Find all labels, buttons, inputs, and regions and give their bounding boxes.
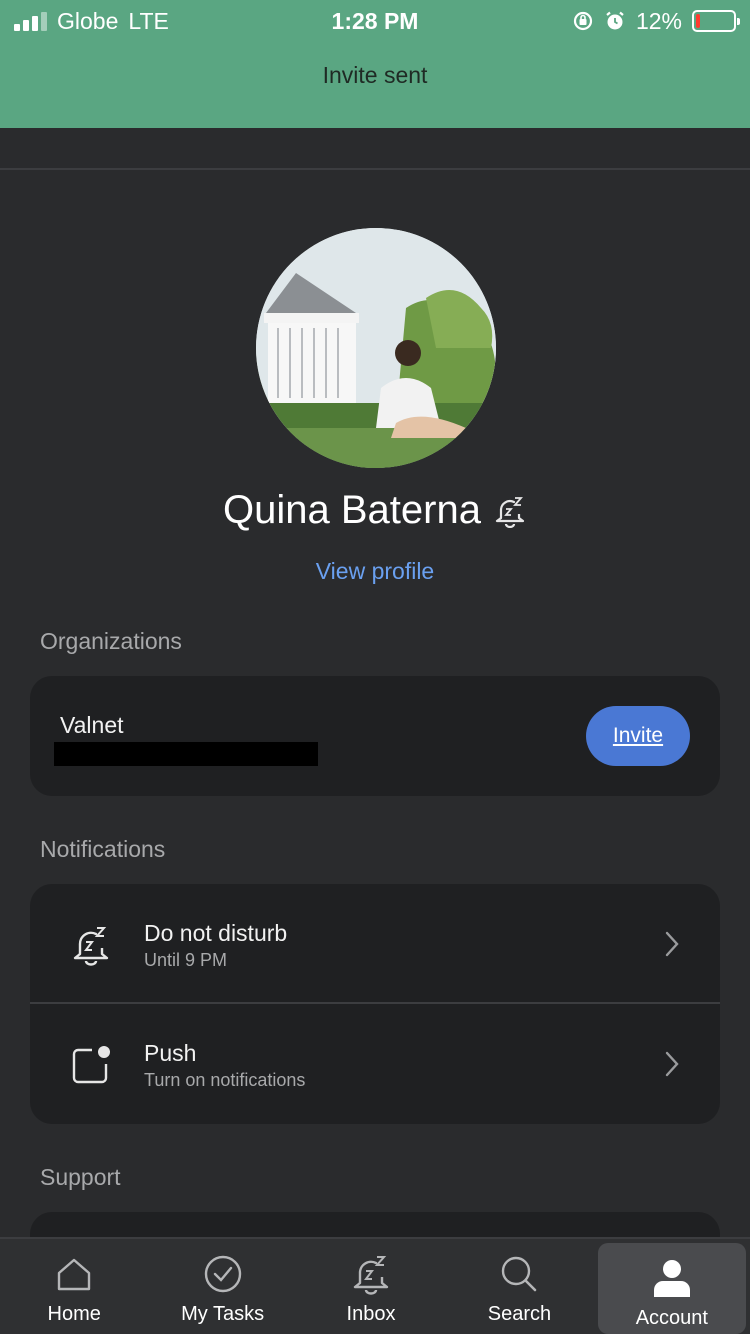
tab-label: Inbox	[346, 1303, 396, 1325]
section-title-notifications: Notifications	[40, 836, 166, 862]
toast-message: Invite sent	[322, 62, 428, 88]
tab-account[interactable]: Account	[597, 1243, 747, 1334]
carrier-label: Globe	[57, 7, 119, 34]
row-title: Do not disturb	[144, 920, 288, 946]
tab-my-tasks[interactable]: My Tasks	[148, 1239, 296, 1334]
account-icon	[653, 1260, 690, 1297]
signal-icon	[14, 11, 47, 31]
network-label: LTE	[128, 7, 169, 34]
row-subtitle: Turn on notifications	[144, 1070, 306, 1090]
organization-card: Valnet Invite	[30, 676, 720, 796]
row-subtitle: Until 9 PM	[144, 950, 228, 970]
battery-percent: 12%	[635, 7, 682, 34]
tab-search[interactable]: Search	[445, 1239, 593, 1334]
avatar-photo	[256, 228, 496, 468]
search-icon	[502, 1256, 537, 1292]
check-circle-icon	[204, 1255, 241, 1293]
view-profile-link[interactable]: View profile	[0, 558, 750, 585]
status-left: Globe LTE	[14, 8, 169, 35]
tab-bar: Home My Tasks Inbox Search Account	[0, 1237, 750, 1334]
avatar[interactable]	[256, 228, 496, 468]
profile-name: Quina Baterna	[223, 488, 481, 532]
chevron-right-icon	[665, 1051, 679, 1077]
row-title: Push	[144, 1040, 197, 1066]
header-divider	[0, 168, 750, 170]
tab-label: Search	[487, 1303, 552, 1325]
notification-row-do-not-disturb[interactable]: Do not disturb Until 9 PM	[30, 884, 720, 1004]
status-right: 12%	[572, 7, 740, 35]
invite-button[interactable]: Invite	[586, 706, 690, 766]
chevron-right-icon	[665, 931, 679, 957]
tab-home[interactable]: Home	[0, 1239, 148, 1334]
bell-snooze-icon	[495, 496, 525, 528]
rotation-lock-icon	[573, 11, 593, 31]
status-bar: Globe LTE 1:28 PM 12%	[0, 0, 750, 42]
home-icon	[58, 1258, 91, 1291]
notifications-card: Do not disturb Until 9 PM Push Turn on n…	[30, 884, 720, 1124]
tab-inbox[interactable]: Inbox	[297, 1239, 445, 1334]
tab-label: My Tasks	[181, 1303, 265, 1325]
bell-snooze-icon	[353, 1256, 389, 1295]
profile-name-row: Quina Baterna	[0, 488, 750, 533]
section-title-organizations: Organizations	[40, 628, 182, 654]
push-notification-icon	[72, 1046, 110, 1084]
organization-name: Valnet	[60, 712, 124, 738]
tab-label: Home	[47, 1303, 101, 1325]
battery-icon	[692, 10, 740, 32]
tab-label: Account	[635, 1307, 708, 1329]
alarm-icon	[606, 11, 624, 30]
bell-snooze-icon	[73, 927, 109, 966]
section-title-support: Support	[40, 1164, 121, 1190]
invite-sent-banner: Globe LTE 1:28 PM 12% Invite sent	[0, 0, 750, 128]
notification-row-push[interactable]: Push Turn on notifications	[30, 1004, 720, 1122]
redacted-block	[54, 742, 318, 766]
